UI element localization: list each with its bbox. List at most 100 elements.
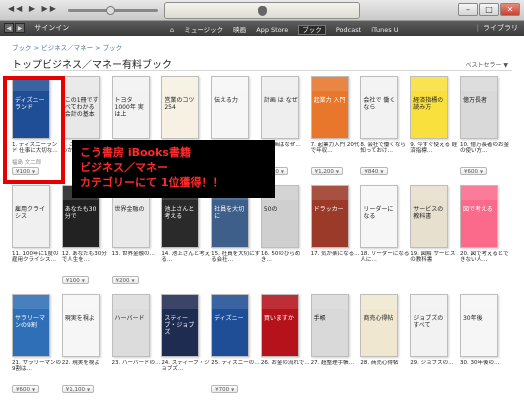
chevron-down-icon[interactable]: ▼ [380,169,383,174]
book-cover[interactable]: スティーブ・ジョブズ [161,294,200,357]
book-item[interactable]: 池上さんと考える 14. 池上さんと考える… [161,185,211,295]
book-cover[interactable]: 現実を視よ [61,294,100,357]
sort-dropdown[interactable]: ベストセラー ▼ [465,60,508,69]
book-title[interactable]: 26. お金の流れで… [261,360,311,377]
buy-button[interactable]: ¥600 ▼ [459,167,488,175]
book-cover[interactable]: ドラッカー [310,185,349,248]
buy-button[interactable]: ¥200 ▼ [111,276,139,284]
book-cover[interactable]: サービスの教科書 [410,185,449,248]
book-cover[interactable]: 雇用クライシス [12,185,50,248]
menu-app-store[interactable]: App Store [256,26,288,34]
chevron-down-icon[interactable]: ▼ [480,169,483,174]
book-cover[interactable]: ディズニー [211,294,250,357]
book-cover[interactable]: サラリーマンの9割 [12,294,50,357]
book-item[interactable]: サラリーマンの9割 21. サラリーマンの9割は… ¥600 ▼ [12,294,62,400]
book-cover[interactable]: 営業のコツ 254 [161,76,200,139]
minimize-button[interactable]: – [458,3,478,16]
book-title[interactable]: 11. 100年に1度の雇用クライシス… [12,251,62,268]
book-title[interactable]: 30. 30年後の… [460,360,510,377]
chevron-down-icon[interactable]: ▼ [281,169,284,174]
book-title[interactable]: 20. 図で考えるとできない人… [460,251,510,268]
book-title[interactable]: 14. 池上さんと考える… [161,251,211,268]
book-item[interactable]: ハーバード 23. ハーバードの… [111,294,162,400]
menu-music[interactable]: ミュージック [184,26,223,34]
book-item[interactable]: 50の 16. 50のひらめき… [260,185,311,295]
buy-button[interactable]: ¥1,200 ▼ [310,167,343,175]
maximize-button[interactable]: □ [479,3,499,16]
book-cover[interactable]: 買いますか [260,294,299,357]
book-title[interactable]: 29. ジョブズの… [410,360,460,377]
book-title[interactable]: 23. ハーバードの… [112,360,162,377]
book-cover[interactable]: 会社で 働くなら [360,76,399,139]
book-item[interactable]: 図で考える 20. 図で考えるとできない人… [459,185,510,295]
book-title[interactable]: 28. 商売心得帖 [360,360,410,377]
book-title[interactable]: 10. 億万長者のお金の使い方… [460,142,510,159]
chevron-down-icon[interactable]: ▼ [231,387,234,392]
book-title[interactable]: 27. 超整理手帳… [311,360,361,377]
book-item[interactable]: 手帳 27. 超整理手帳… [310,294,361,400]
book-title[interactable]: 8. 会社で働くなら知っておけ… [360,142,410,159]
book-item[interactable]: 買いますか 26. お金の流れで… [260,294,311,400]
book-item[interactable]: リーダーになる 18. リーダーになる人に… [360,185,410,295]
book-cover[interactable]: 億万長者 [459,76,498,139]
book-title[interactable]: 15. 社員を大切にする会社… [211,251,261,268]
chevron-down-icon[interactable]: ▼ [32,387,35,392]
book-item[interactable]: ジョブズのすべて 29. ジョブズの… [410,294,460,400]
book-cover[interactable]: 計画 は なぜ [260,76,299,139]
volume-knob[interactable] [106,6,115,15]
book-cover[interactable]: この1冊ですべてわかる 会計の基本 [61,76,100,139]
book-title[interactable]: 19. 図解 サービスの教科書 [410,251,460,268]
back-button[interactable]: ◀ [4,23,14,33]
book-item[interactable]: 30年後 30. 30年後の… [459,294,510,400]
book-title[interactable]: 25. ディズニーの… [211,360,261,377]
book-item[interactable]: スティーブ・ジョブズ 24. スティーブ・ジョブズ… [161,294,211,400]
book-item[interactable]: サービスの教科書 19. 図解 サービスの教科書 [410,185,460,295]
chevron-down-icon[interactable]: ▼ [82,278,85,283]
book-item[interactable]: 商売心得帖 28. 商売心得帖 [360,294,410,400]
chevron-down-icon[interactable]: ▼ [87,387,90,392]
book-cover[interactable]: 経済指標の読み方 [410,76,449,139]
buy-button[interactable]: ¥600 ▼ [12,385,40,393]
book-item[interactable]: 起業力 入門 7. 起業力入門 20代で年収… ¥1,200 ▼ [310,76,361,186]
buy-button[interactable]: ¥840 ▼ [360,167,388,175]
book-title[interactable]: 16. 50のひらめき… [261,251,311,268]
menu-movies[interactable]: 映画 [233,26,246,34]
book-item[interactable]: 億万長者 10. 億万長者のお金の使い方… ¥600 ▼ [459,76,510,186]
book-item[interactable]: 経済指標の読み方 9. 今すぐ使える 経済指標… [410,76,460,186]
menu-books[interactable]: ブック [298,25,326,35]
book-title[interactable]: 17. 気が楽になる… [311,251,361,268]
volume-slider[interactable] [68,6,158,15]
book-item[interactable]: 現実を視よ 22. 現実を視よ ¥1,100 ▼ [61,294,112,400]
book-title[interactable]: 9. 今すぐ使える 経済指標… [410,142,460,159]
book-cover[interactable]: 30年後 [459,294,498,357]
book-cover[interactable]: 商売心得帖 [360,294,399,357]
book-cover[interactable]: 伝える力 [211,76,250,139]
book-title[interactable]: 24. スティーブ・ジョブズ… [161,360,211,377]
menu-itunes-u[interactable]: iTunes U [371,26,398,34]
home-icon[interactable]: ⌂ [170,26,174,34]
book-item[interactable]: 世界金融の 13. 世界金融の… ¥200 ▼ [111,185,162,295]
book-title[interactable]: 12. あなたも30分で人生を… [62,251,112,268]
book-item[interactable]: 雇用クライシス 11. 100年に1度の雇用クライシス… [12,185,62,295]
book-cover[interactable]: 手帳 [310,294,349,357]
signin-link[interactable]: サインイン [34,24,69,32]
chevron-down-icon[interactable]: ▼ [132,278,135,283]
buy-button[interactable]: ¥1,100 ▼ [61,385,95,393]
book-cover[interactable]: ハーバード [111,294,150,357]
book-cover[interactable]: トヨタ 1000年 実 は上 [111,76,150,139]
buy-button[interactable]: ¥700 ▼ [211,385,239,393]
book-item[interactable]: ドラッカー 17. 気が楽になる… [310,185,361,295]
breadcrumb[interactable]: ブック > ビジネス／マネー > ブック [12,42,122,52]
book-title[interactable]: 22. 現実を視よ [62,360,112,377]
forward-button[interactable]: ▶ [15,23,25,33]
book-item[interactable]: 会社で 働くなら 8. 会社で働くなら知っておけ… ¥840 ▼ [360,76,410,186]
book-item[interactable]: あなたも30分で 12. あなたも30分で人生を… ¥100 ▼ [61,185,112,295]
book-cover[interactable]: ジョブズのすべて [410,294,449,357]
book-title[interactable]: 7. 起業力入門 20代で年収… [311,142,361,159]
library-link[interactable]: ライブラリ [483,24,518,32]
book-cover[interactable]: 起業力 入門 [310,76,349,139]
book-cover[interactable]: 図で考える [459,185,498,248]
playback-controls[interactable]: ◀◀ ▶ ▶▶ [8,4,58,13]
menu-podcast[interactable]: Podcast [336,26,361,34]
book-item[interactable]: ディズニー 25. ディズニーの… ¥700 ▼ [211,294,261,400]
